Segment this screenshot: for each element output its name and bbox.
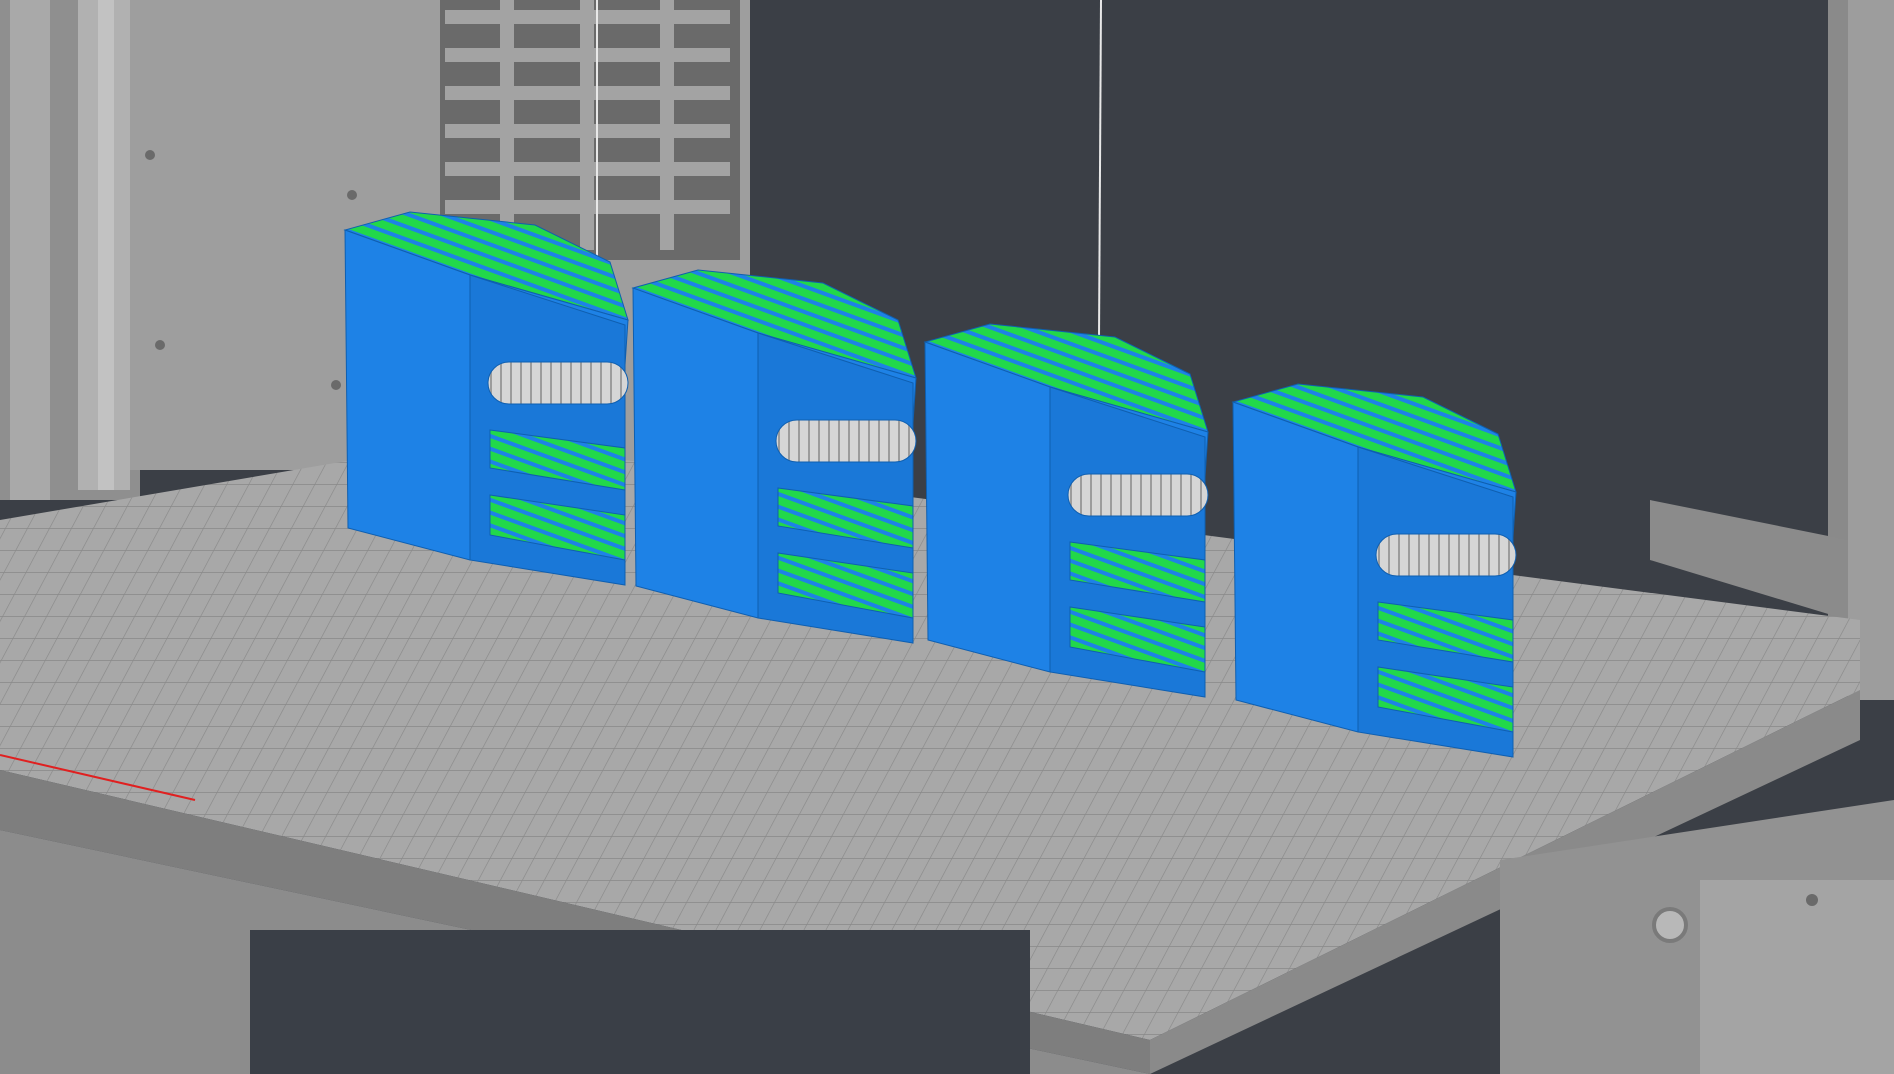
3d-viewport[interactable] — [0, 0, 1894, 1074]
sliced-part-3[interactable] — [923, 323, 1209, 698]
sliced-part-1[interactable] — [343, 211, 629, 586]
sliced-part-2[interactable] — [631, 269, 917, 644]
sliced-part-4[interactable] — [1231, 383, 1517, 758]
